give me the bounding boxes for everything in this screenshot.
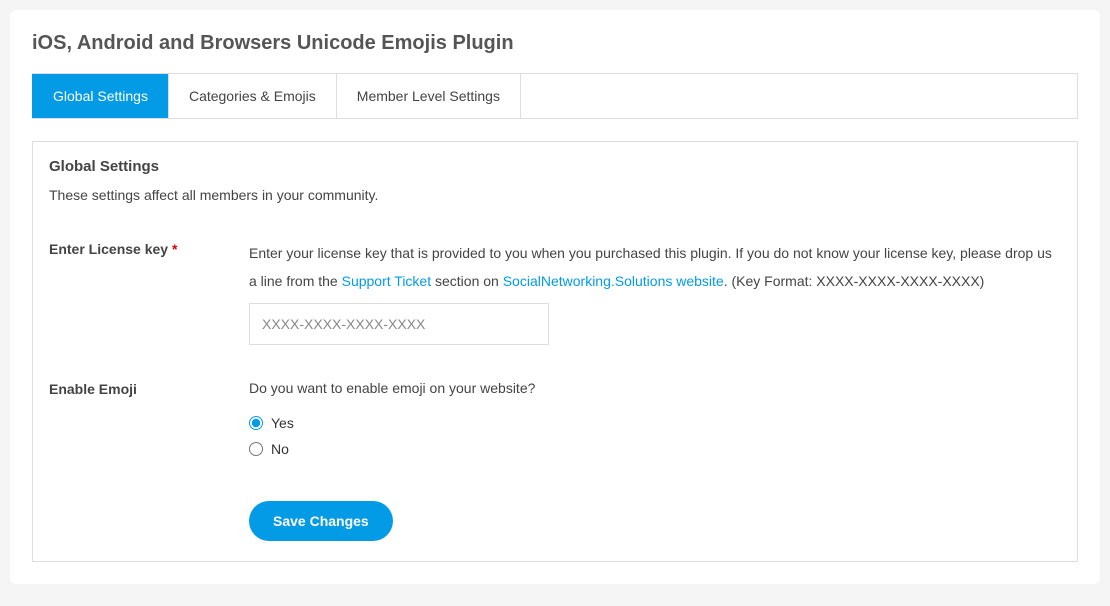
enable-emoji-label: Enable Emoji	[49, 381, 137, 397]
radio-option-yes[interactable]: Yes	[249, 415, 1061, 431]
license-description: Enter your license key that is provided …	[249, 239, 1061, 295]
tab-categories-emojis[interactable]: Categories & Emojis	[168, 74, 336, 118]
submit-row: Save Changes	[49, 501, 1061, 541]
tab-global-settings[interactable]: Global Settings	[32, 74, 168, 118]
required-indicator: *	[172, 241, 177, 257]
enable-emoji-radio-group: Yes No	[249, 415, 1061, 457]
settings-box: Global Settings These settings affect al…	[32, 141, 1078, 562]
radio-option-no[interactable]: No	[249, 441, 1061, 457]
radio-yes-label: Yes	[271, 415, 294, 431]
save-changes-button[interactable]: Save Changes	[249, 501, 393, 541]
license-label: Enter License key	[49, 241, 168, 257]
field-enable-emoji: Enable Emoji Do you want to enable emoji…	[49, 379, 1061, 467]
support-ticket-link[interactable]: Support Ticket	[342, 273, 432, 289]
main-panel: iOS, Android and Browsers Unicode Emojis…	[10, 10, 1100, 584]
tab-spacer	[520, 74, 1077, 118]
tab-label: Global Settings	[53, 88, 148, 104]
license-key-input[interactable]	[249, 303, 549, 345]
radio-no-input[interactable]	[249, 442, 263, 456]
license-desc-mid: section on	[431, 273, 503, 289]
section-heading: Global Settings	[49, 142, 1061, 175]
tab-member-level-settings[interactable]: Member Level Settings	[336, 74, 520, 118]
field-license-key: Enter License key * Enter your license k…	[49, 239, 1061, 345]
tab-label: Member Level Settings	[357, 88, 500, 104]
radio-yes-input[interactable]	[249, 416, 263, 430]
page-title: iOS, Android and Browsers Unicode Emojis…	[32, 32, 1078, 55]
section-description: These settings affect all members in you…	[49, 187, 1061, 203]
socialnetworking-link[interactable]: SocialNetworking.Solutions website	[503, 273, 724, 289]
license-desc-post: . (Key Format: XXXX-XXXX-XXXX-XXXX)	[724, 273, 985, 289]
tabs: Global Settings Categories & Emojis Memb…	[32, 73, 1078, 119]
enable-emoji-question: Do you want to enable emoji on your webs…	[249, 379, 1061, 399]
radio-no-label: No	[271, 441, 289, 457]
tab-label: Categories & Emojis	[189, 88, 316, 104]
